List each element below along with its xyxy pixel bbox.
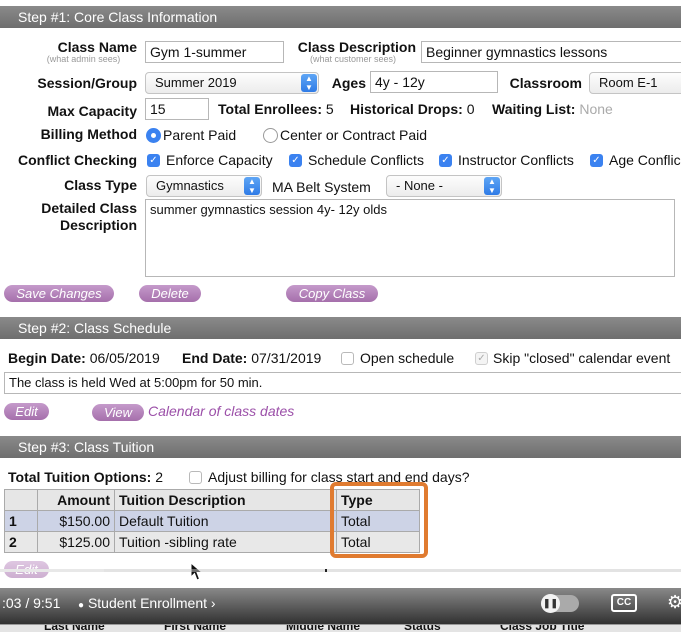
step3-header: Step #3: Class Tuition: [0, 436, 681, 458]
class-description-input[interactable]: Beginner gymnastics lessons: [421, 41, 681, 63]
billing-method-label: Billing Method: [40, 126, 137, 142]
ma-belt-select[interactable]: - None - ▲ ▼: [386, 175, 502, 197]
parent-paid-radio[interactable]: [146, 128, 161, 143]
schedule-conflicts-label: Schedule Conflicts: [308, 152, 424, 168]
skip-closed-checkbox[interactable]: ✓: [475, 352, 488, 365]
col-num: [4, 489, 38, 511]
save-changes-button[interactable]: Save Changes: [4, 285, 114, 302]
ages-label: Ages: [331, 75, 366, 91]
step2-header: Step #2: Class Schedule: [0, 317, 681, 339]
begin-date: Begin Date: 06/05/2019: [8, 350, 160, 366]
open-schedule-checkbox[interactable]: [341, 352, 354, 365]
schedule-view-button[interactable]: View: [92, 404, 144, 421]
age-conflicts-label: Age Conflic: [609, 152, 681, 168]
chapter-marker: [325, 569, 327, 572]
classroom-label: Classroom: [509, 75, 582, 91]
detailed-description-textarea[interactable]: summer gymnastics session 4y- 12y olds: [145, 199, 675, 277]
total-enrollees: Total Enrollees: 5: [218, 101, 334, 117]
center-paid-label: Center or Contract Paid: [280, 127, 428, 143]
class-name-input[interactable]: Gym 1-summer: [145, 41, 284, 63]
copy-class-button[interactable]: Copy Class: [286, 285, 378, 302]
session-group-select[interactable]: Summer 2019 ▲ ▼: [145, 72, 319, 94]
max-capacity-label: Max Capacity: [47, 103, 137, 119]
session-group-label: Session/Group: [37, 75, 137, 91]
detailed-description-label: Detailed Class Description: [41, 200, 137, 233]
delete-button[interactable]: Delete: [139, 285, 201, 302]
video-time: :03 / 9:51: [2, 595, 61, 611]
enforce-capacity-checkbox[interactable]: ✓: [147, 154, 160, 167]
step1-header: Step #1: Core Class Information: [0, 6, 681, 28]
autoplay-toggle[interactable]: ❚❚: [541, 594, 579, 613]
schedule-conflicts-checkbox[interactable]: ✓: [289, 154, 302, 167]
class-type-select[interactable]: Gymnastics ▲ ▼: [146, 175, 262, 197]
schedule-summary: The class is held Wed at 5:00pm for 50 m…: [4, 372, 681, 394]
conflict-checking-label: Conflict Checking: [17, 152, 137, 168]
col-amount: Amount: [37, 489, 115, 511]
end-date: End Date: 07/31/2019: [182, 350, 322, 366]
instructor-conflicts-label: Instructor Conflicts: [458, 152, 574, 168]
select-arrows-icon: ▲ ▼: [484, 177, 500, 195]
closed-captions-button[interactable]: CC: [611, 594, 637, 612]
max-capacity-input[interactable]: 15: [145, 98, 209, 120]
class-name-label: Class Name (what admin sees): [46, 39, 137, 64]
skip-closed-label: Skip "closed" calendar event: [493, 350, 671, 366]
ages-input[interactable]: 4y - 12y: [370, 71, 498, 93]
pause-icon: ❚❚: [541, 594, 560, 613]
type-highlight-box: [330, 482, 428, 558]
historical-drops: Historical Drops: 0: [350, 101, 475, 117]
class-type-label: Class Type: [64, 177, 137, 193]
video-chapter[interactable]: ● Student Enrollment ›: [78, 595, 216, 611]
enforce-capacity-label: Enforce Capacity: [166, 152, 273, 168]
class-description-label: Class Description (what customer sees): [297, 39, 416, 64]
col-description: Tuition Description: [114, 489, 337, 511]
select-arrows-icon: ▲ ▼: [301, 74, 317, 92]
select-arrows-icon: ▲ ▼: [244, 177, 260, 195]
settings-gear-icon[interactable]: ⚙: [667, 592, 681, 613]
classroom-select[interactable]: Room E-1: [589, 72, 681, 94]
calendar-link[interactable]: Calendar of class dates: [148, 403, 294, 419]
ma-belt-label: MA Belt System: [272, 179, 371, 195]
schedule-edit-button[interactable]: Edit: [4, 403, 49, 420]
chevron-right-icon: ›: [210, 595, 216, 611]
adjust-billing-checkbox[interactable]: [189, 471, 202, 484]
mouse-cursor-icon: [190, 562, 204, 581]
total-tuition-options: Total Tuition Options: 2: [8, 469, 164, 485]
parent-paid-label: Parent Paid: [163, 127, 237, 143]
age-conflicts-checkbox[interactable]: ✓: [590, 154, 603, 167]
video-progress-played: [0, 569, 104, 572]
open-schedule-label: Open schedule: [360, 350, 455, 366]
instructor-conflicts-checkbox[interactable]: ✓: [439, 154, 452, 167]
waiting-list: Waiting List: None: [492, 101, 613, 117]
center-paid-radio[interactable]: [263, 128, 278, 143]
